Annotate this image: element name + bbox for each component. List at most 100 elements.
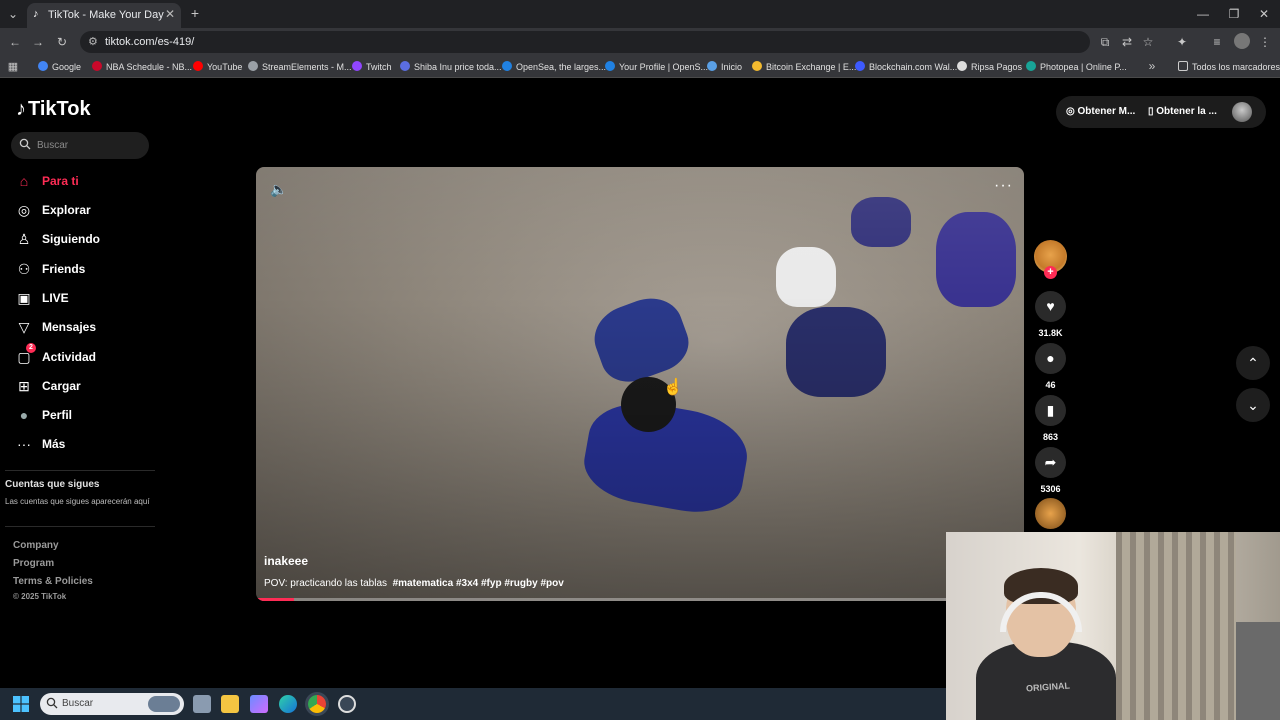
sidebar-item-cargar[interactable]: ⊞ Cargar xyxy=(14,375,154,397)
search-icon xyxy=(19,138,31,150)
like-count: 31.8K xyxy=(1038,328,1063,338)
bookmark-label: Bitcoin Exchange | E... xyxy=(766,62,857,72)
sidebar-item-mensajes[interactable]: ▽ Mensajes xyxy=(14,316,154,338)
bookmark-item[interactable]: Blockchain.com Wal... xyxy=(855,61,957,72)
browser-toolbar: ← → ↻ ⚙ tiktok.com/es-419/ ⧉ ⇄ ☆ ✦ ≡ ⋮ xyxy=(0,28,1280,56)
sidebar-item-siguiendo[interactable]: ♙ Siguiendo xyxy=(14,228,154,250)
music-disc-icon[interactable] xyxy=(1035,498,1066,529)
bookmark-label: Your Profile | OpenS... xyxy=(619,62,709,72)
sidebar-item-perfil[interactable]: ● Perfil xyxy=(14,404,154,426)
back-icon[interactable]: ← xyxy=(8,35,22,49)
sidebar-item-friends[interactable]: ⚇ Friends xyxy=(14,258,154,280)
windows-start-icon[interactable] xyxy=(13,696,29,712)
search-placeholder: Buscar xyxy=(37,140,69,151)
bookmark-item[interactable]: Ripsa Pagos xyxy=(957,61,1022,72)
tab-search-icon[interactable]: ⌄ xyxy=(6,7,20,21)
bookmarks-bar: ▦ Google NBA Schedule - NB... YouTube Strea… xyxy=(0,56,1280,78)
video-progress-bar[interactable] xyxy=(256,598,1024,601)
messages-icon: ▽ xyxy=(18,319,30,335)
chrome-icon[interactable] xyxy=(308,695,326,713)
browser-tab-strip: ⌄ ♪ TikTok - Make Your Day ✕ + — ❐ ✕ xyxy=(0,0,1280,28)
video-player[interactable]: 🔈 ··· ☝ inakeee POV: practicando las tab… xyxy=(256,167,1024,601)
address-bar[interactable]: ⚙ tiktok.com/es-419/ xyxy=(80,31,1090,53)
bookmark-favicon-icon xyxy=(352,61,362,71)
bookmark-item[interactable]: Bitcoin Exchange | E... xyxy=(752,61,856,72)
bookmark-item[interactable]: NBA Schedule - NB... xyxy=(92,61,192,72)
new-tab-icon[interactable]: + xyxy=(188,6,202,20)
upload-icon: ⊞ xyxy=(18,378,30,394)
get-coins-button[interactable]: ◎ Obtener M... xyxy=(1066,106,1135,117)
save-count: 863 xyxy=(1042,432,1059,442)
bookmark-item[interactable]: OpenSea, the larges... xyxy=(502,61,606,72)
profile-avatar-icon[interactable] xyxy=(1234,33,1250,49)
all-bookmarks-folder[interactable]: Todos los marcadores xyxy=(1178,61,1280,72)
task-view-icon[interactable] xyxy=(193,695,211,713)
reload-icon[interactable]: ↻ xyxy=(55,35,69,49)
user-avatar[interactable] xyxy=(1232,102,1252,122)
bookmark-item[interactable]: Twitch xyxy=(352,61,392,72)
chevron-up-icon: ⌃ xyxy=(1247,355,1259,371)
caption-text: POV: practicando las tablas xyxy=(264,578,388,589)
bookmark-item[interactable]: Your Profile | OpenS... xyxy=(605,61,708,72)
coin-icon: ◎ xyxy=(1066,106,1078,117)
webcam-curtain xyxy=(1116,532,1236,720)
tiktok-logo[interactable]: ♪ TikTok xyxy=(16,98,91,121)
taskbar-search[interactable]: Buscar xyxy=(40,693,184,715)
sidebar-item-label: LIVE xyxy=(42,291,69,305)
video-overlay xyxy=(256,167,1024,601)
footer-program-link[interactable]: Program xyxy=(13,558,54,569)
obs-icon[interactable] xyxy=(338,695,356,713)
search-highlight-icon xyxy=(148,696,180,712)
sidebar-item-label: Siguiendo xyxy=(42,232,100,246)
save-button[interactable]: ▮ xyxy=(1035,395,1066,426)
copilot-icon[interactable] xyxy=(250,695,268,713)
next-video-button[interactable]: ⌄ xyxy=(1236,388,1270,422)
bookmark-item[interactable]: Google xyxy=(38,61,81,72)
media-icon[interactable]: ≡ xyxy=(1210,35,1224,49)
comment-count: 46 xyxy=(1045,380,1056,390)
file-explorer-icon[interactable] xyxy=(221,695,239,713)
video-username[interactable]: inakeee xyxy=(264,554,308,568)
bookmark-favicon-icon xyxy=(1026,61,1036,71)
follow-plus-icon[interactable]: + xyxy=(1044,266,1057,279)
like-button[interactable]: ♥ xyxy=(1035,291,1066,322)
restore-icon[interactable]: ❐ xyxy=(1227,7,1241,21)
bookmark-favicon-icon xyxy=(957,61,967,71)
bookmark-item[interactable]: Inicio xyxy=(707,61,742,72)
sidebar-item-m-s[interactable]: ··· Más xyxy=(14,433,154,455)
footer-company-link[interactable]: Company xyxy=(13,540,59,551)
install-app-icon[interactable]: ⧉ xyxy=(1098,35,1112,49)
extensions-icon[interactable]: ✦ xyxy=(1175,35,1189,49)
bookmark-item[interactable]: YouTube xyxy=(193,61,242,72)
browser-tab[interactable]: ♪ TikTok - Make Your Day ✕ xyxy=(27,3,181,28)
bookmark-favicon-icon xyxy=(400,61,410,71)
site-info-icon[interactable]: ⚙ xyxy=(88,35,98,48)
bookmark-star-icon[interactable]: ☆ xyxy=(1141,35,1155,49)
sidebar-item-explorar[interactable]: ◎ Explorar xyxy=(14,199,154,221)
window-close-icon[interactable]: ✕ xyxy=(1257,7,1271,21)
comment-button[interactable]: ● xyxy=(1035,343,1066,374)
sidebar-item-live[interactable]: ▣ LIVE xyxy=(14,287,154,309)
more-bookmarks-icon[interactable]: » xyxy=(1146,59,1158,73)
webcam-window xyxy=(1236,622,1280,720)
bookmark-item[interactable]: Photopea | Online P... xyxy=(1026,61,1127,72)
sidebar-item-para-ti[interactable]: ⌂ Para ti xyxy=(14,170,154,192)
sidebar-item-actividad[interactable]: ▢ 2 Actividad xyxy=(14,343,154,368)
translate-icon[interactable]: ⇄ xyxy=(1120,35,1134,49)
get-app-button[interactable]: ▯ Obtener la ... xyxy=(1148,106,1217,117)
footer-terms-link[interactable]: Terms & Policies xyxy=(13,576,93,587)
volume-icon[interactable]: 🔈 xyxy=(270,181,287,198)
search-input[interactable]: Buscar xyxy=(11,132,149,159)
previous-video-button[interactable]: ⌃ xyxy=(1236,346,1270,380)
bookmark-item[interactable]: StreamElements - M... xyxy=(248,61,352,72)
bookmark-item[interactable]: Shiba Inu price toda... xyxy=(400,61,502,72)
apps-grid-icon[interactable]: ▦ xyxy=(7,60,19,74)
share-button[interactable]: ➦ xyxy=(1035,447,1066,478)
edge-icon[interactable] xyxy=(279,695,297,713)
minimize-icon[interactable]: — xyxy=(1196,7,1210,21)
forward-icon[interactable]: → xyxy=(31,35,45,49)
tab-close-icon[interactable]: ✕ xyxy=(165,7,175,21)
menu-kebab-icon[interactable]: ⋮ xyxy=(1259,35,1271,49)
more-options-icon[interactable]: ··· xyxy=(994,177,1013,195)
caption-hashtags[interactable]: #matematica #3x4 #fyp #rugby #pov xyxy=(393,578,564,589)
